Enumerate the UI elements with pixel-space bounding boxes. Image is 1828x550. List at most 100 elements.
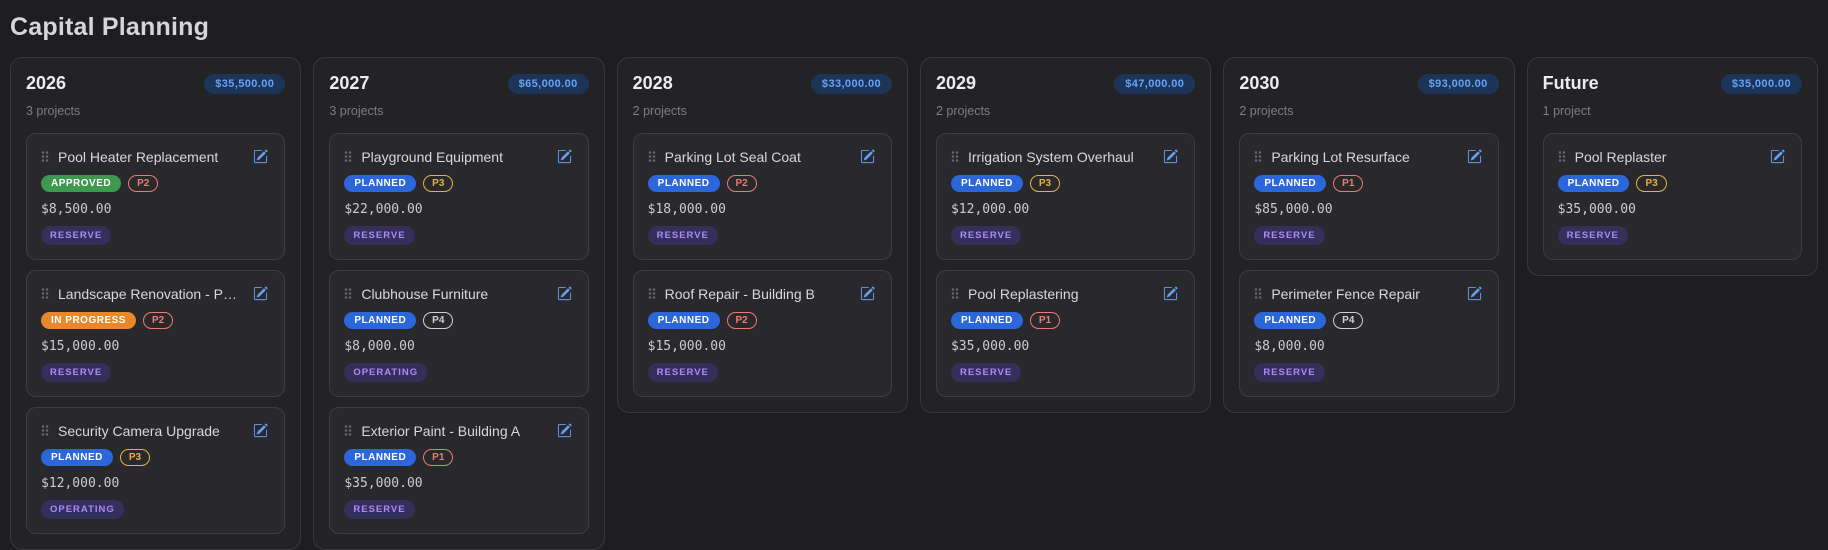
drag-handle-icon[interactable] xyxy=(344,287,352,300)
project-card[interactable]: Pool Replaster PLANNED P3 $35,000.00 RES… xyxy=(1543,133,1802,260)
priority-badge: P1 xyxy=(1030,312,1060,329)
drag-handle-icon[interactable] xyxy=(951,287,959,300)
edit-icon xyxy=(860,149,875,164)
card-amount: $8,500.00 xyxy=(41,202,270,217)
drag-handle-icon[interactable] xyxy=(648,150,656,163)
column-year: Future xyxy=(1543,73,1599,94)
edit-button[interactable] xyxy=(1768,147,1787,166)
edit-button[interactable] xyxy=(251,147,270,166)
year-column: Future $35,000.00 1 project Pool Replast… xyxy=(1527,57,1818,276)
card-list: Playground Equipment PLANNED P3 $22,000.… xyxy=(329,133,588,534)
project-card[interactable]: Roof Repair - Building B PLANNED P2 $15,… xyxy=(633,270,892,397)
edit-button[interactable] xyxy=(1465,284,1484,303)
column-year: 2026 xyxy=(26,73,66,94)
badge-row: PLANNED P2 xyxy=(648,175,877,192)
project-card[interactable]: Pool Replastering PLANNED P1 $35,000.00 … xyxy=(936,270,1195,397)
edit-button[interactable] xyxy=(555,147,574,166)
badge-row: PLANNED P1 xyxy=(951,312,1180,329)
priority-badge: P2 xyxy=(727,175,757,192)
card-title: Pool Replaster xyxy=(1575,149,1759,165)
board: 2026 $35,500.00 3 projects Pool Heater R… xyxy=(10,57,1818,550)
card-amount: $8,000.00 xyxy=(1254,339,1483,354)
edit-button[interactable] xyxy=(555,421,574,440)
drag-handle-icon[interactable] xyxy=(951,150,959,163)
card-list: Parking Lot Seal Coat PLANNED P2 $18,000… xyxy=(633,133,892,397)
drag-handle-icon[interactable] xyxy=(648,287,656,300)
edit-icon xyxy=(557,286,572,301)
fund-badge: RESERVE xyxy=(344,500,414,519)
year-column: 2030 $93,000.00 2 projects Parking Lot R… xyxy=(1223,57,1514,413)
badge-row: PLANNED P3 xyxy=(951,175,1180,192)
drag-handle-icon[interactable] xyxy=(41,150,49,163)
card-title: Roof Repair - Building B xyxy=(665,286,849,302)
project-card[interactable]: Landscape Renovation - Pha... IN PROGRES… xyxy=(26,270,285,397)
column-project-count: 1 project xyxy=(1543,104,1802,118)
card-amount: $15,000.00 xyxy=(41,339,270,354)
drag-handle-icon[interactable] xyxy=(41,287,49,300)
project-card[interactable]: Parking Lot Seal Coat PLANNED P2 $18,000… xyxy=(633,133,892,260)
edit-icon xyxy=(1163,149,1178,164)
card-title-row: Exterior Paint - Building A xyxy=(344,421,573,440)
priority-badge: P4 xyxy=(423,312,453,329)
column-project-count: 3 projects xyxy=(329,104,588,118)
badge-row: IN PROGRESS P2 xyxy=(41,312,270,329)
fund-badge: RESERVE xyxy=(1254,226,1324,245)
project-card[interactable]: Security Camera Upgrade PLANNED P3 $12,0… xyxy=(26,407,285,534)
edit-button[interactable] xyxy=(858,147,877,166)
edit-button[interactable] xyxy=(251,284,270,303)
column-year: 2027 xyxy=(329,73,369,94)
card-title-row: Parking Lot Resurface xyxy=(1254,147,1483,166)
edit-button[interactable] xyxy=(1161,284,1180,303)
card-amount: $18,000.00 xyxy=(648,202,877,217)
card-list: Parking Lot Resurface PLANNED P1 $85,000… xyxy=(1239,133,1498,397)
drag-handle-icon[interactable] xyxy=(1254,150,1262,163)
drag-handle-icon[interactable] xyxy=(1558,150,1566,163)
card-title-row: Parking Lot Seal Coat xyxy=(648,147,877,166)
column-header: Future $35,000.00 xyxy=(1543,73,1802,94)
priority-badge: P4 xyxy=(1333,312,1363,329)
card-title-row: Pool Replastering xyxy=(951,284,1180,303)
status-badge: PLANNED xyxy=(344,175,416,192)
year-column: 2027 $65,000.00 3 projects Playground Eq… xyxy=(313,57,604,550)
edit-icon xyxy=(557,423,572,438)
column-total-badge: $93,000.00 xyxy=(1418,74,1499,94)
edit-button[interactable] xyxy=(251,421,270,440)
project-card[interactable]: Pool Heater Replacement APPROVED P2 $8,5… xyxy=(26,133,285,260)
project-card[interactable]: Parking Lot Resurface PLANNED P1 $85,000… xyxy=(1239,133,1498,260)
drag-handle-icon[interactable] xyxy=(344,424,352,437)
edit-button[interactable] xyxy=(1161,147,1180,166)
year-column: 2026 $35,500.00 3 projects Pool Heater R… xyxy=(10,57,301,550)
edit-icon xyxy=(1770,149,1785,164)
fund-badge: OPERATING xyxy=(344,363,427,382)
edit-icon xyxy=(253,423,268,438)
card-amount: $35,000.00 xyxy=(344,476,573,491)
page-title: Capital Planning xyxy=(10,0,1818,57)
edit-button[interactable] xyxy=(858,284,877,303)
drag-handle-icon[interactable] xyxy=(1254,287,1262,300)
edit-button[interactable] xyxy=(1465,147,1484,166)
project-card[interactable]: Playground Equipment PLANNED P3 $22,000.… xyxy=(329,133,588,260)
drag-handle-icon[interactable] xyxy=(41,424,49,437)
badge-row: PLANNED P3 xyxy=(344,175,573,192)
project-card[interactable]: Exterior Paint - Building A PLANNED P1 $… xyxy=(329,407,588,534)
fund-badge: RESERVE xyxy=(648,363,718,382)
card-title-row: Pool Replaster xyxy=(1558,147,1787,166)
project-card[interactable]: Perimeter Fence Repair PLANNED P4 $8,000… xyxy=(1239,270,1498,397)
edit-button[interactable] xyxy=(555,284,574,303)
project-card[interactable]: Irrigation System Overhaul PLANNED P3 $1… xyxy=(936,133,1195,260)
status-badge: PLANNED xyxy=(951,312,1023,329)
card-list: Irrigation System Overhaul PLANNED P3 $1… xyxy=(936,133,1195,397)
priority-badge: P1 xyxy=(1333,175,1363,192)
card-title-row: Perimeter Fence Repair xyxy=(1254,284,1483,303)
status-badge: IN PROGRESS xyxy=(41,312,136,329)
card-amount: $85,000.00 xyxy=(1254,202,1483,217)
project-card[interactable]: Clubhouse Furniture PLANNED P4 $8,000.00… xyxy=(329,270,588,397)
drag-handle-icon[interactable] xyxy=(344,150,352,163)
priority-badge: P3 xyxy=(1030,175,1060,192)
priority-badge: P3 xyxy=(1636,175,1666,192)
card-list: Pool Heater Replacement APPROVED P2 $8,5… xyxy=(26,133,285,534)
status-badge: PLANNED xyxy=(1254,175,1326,192)
status-badge: PLANNED xyxy=(344,449,416,466)
card-amount: $35,000.00 xyxy=(951,339,1180,354)
priority-badge: P3 xyxy=(120,449,150,466)
